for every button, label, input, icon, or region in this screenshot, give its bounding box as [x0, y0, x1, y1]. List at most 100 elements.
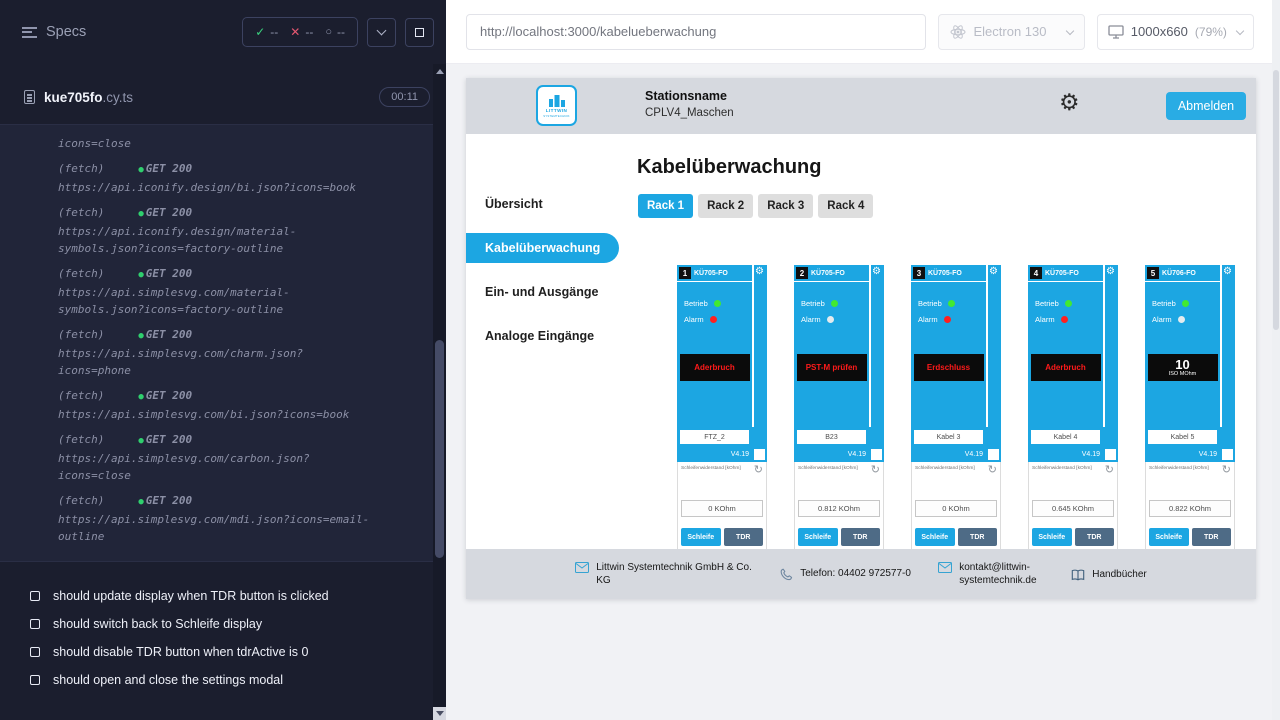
betrieb-label: Betrieb	[918, 299, 942, 308]
log-url: icons=close	[58, 467, 432, 484]
log-request: (fetch)●GET 200	[58, 204, 432, 223]
card-side-column: ⚙	[1222, 265, 1235, 427]
schleife-button[interactable]: Schleife	[1032, 528, 1072, 546]
firmware-version: V4.19	[1199, 451, 1217, 458]
sidebar-item-uebersicht[interactable]: Übersicht	[466, 182, 616, 226]
status-display: Erdschluss	[914, 354, 984, 381]
card-buttons: Schleife TDR	[1149, 528, 1231, 546]
log-entry[interactable]: (fetch)●GET 200https://api.simplesvg.com…	[0, 265, 446, 318]
url-bar[interactable]: http://localhost:3000/kabelueberwachung	[466, 14, 926, 50]
device-card: 3 KÜ705-FO Betrieb Alarm Erdschluss ⚙ Ka…	[911, 265, 1001, 565]
card-main: 5 KÜ706-FO Betrieb Alarm 10ISO MOhm	[1145, 265, 1220, 427]
tdr-button[interactable]: TDR	[724, 528, 764, 546]
fetch-label: (fetch)	[58, 494, 104, 507]
scroll-down-arrow-icon[interactable]	[433, 707, 446, 720]
tdr-button[interactable]: TDR	[1192, 528, 1232, 546]
tdr-button[interactable]: TDR	[841, 528, 881, 546]
tdr-button[interactable]: TDR	[958, 528, 998, 546]
refresh-icon[interactable]: ↻	[871, 465, 880, 476]
stop-icon	[415, 28, 424, 37]
refresh-icon[interactable]: ↻	[1105, 465, 1114, 476]
card-settings-gear-icon[interactable]: ⚙	[872, 267, 881, 277]
refresh-icon[interactable]: ↻	[1222, 465, 1231, 476]
test-item[interactable]: should switch back to Schleife display	[0, 610, 446, 638]
test-item[interactable]: should open and close the settings modal	[0, 666, 446, 694]
app-footer: Littwin Systemtechnik GmbH & Co. KG Telef…	[466, 549, 1256, 599]
side-indicator	[1105, 449, 1116, 460]
cable-name[interactable]: Kabel 4	[1031, 430, 1100, 444]
log-entry[interactable]: (fetch)●GET 200https://api.iconify.desig…	[0, 160, 446, 196]
log-entry[interactable]: icons=close	[0, 135, 446, 152]
sidebar-item-analoge-eingaenge[interactable]: Analoge Eingänge	[466, 314, 616, 358]
log-url: https://api.iconify.design/bi.json?icons…	[58, 179, 432, 196]
viewport-info[interactable]: 1000x660 (79%)	[1097, 14, 1254, 50]
resistance-label: Schleifenwiderstand [kOhm]	[798, 466, 858, 472]
sidebar-item-ein-und-ausgaenge[interactable]: Ein- und Ausgänge	[466, 270, 616, 314]
tab-rack-1[interactable]: Rack 1	[638, 194, 693, 218]
cable-name[interactable]: Kabel 3	[914, 430, 983, 444]
scrollbar-thumb[interactable]	[435, 340, 444, 558]
scroll-up-arrow-icon[interactable]	[433, 65, 446, 78]
schleife-button[interactable]: Schleife	[915, 528, 955, 546]
cable-name[interactable]: FTZ_2	[680, 430, 749, 444]
log-entry[interactable]: (fetch)●GET 200https://api.simplesvg.com…	[0, 387, 446, 423]
logout-button[interactable]: Abmelden	[1166, 92, 1246, 120]
status-message: PST-M prüfen	[806, 363, 858, 372]
footer-phone-item[interactable]: Telefon: 04402 972577-0	[780, 567, 912, 581]
cable-name[interactable]: B23	[797, 430, 866, 444]
side-indicator	[871, 449, 882, 460]
reporter-scrollbar[interactable]	[433, 64, 446, 720]
settings-gear-icon[interactable]: ⚙	[1059, 91, 1080, 114]
tab-rack-3[interactable]: Rack 3	[758, 194, 813, 218]
card-settings-gear-icon[interactable]: ⚙	[755, 267, 764, 277]
alarm-row: Alarm	[1145, 315, 1220, 324]
version-strip: V4.19	[1028, 447, 1118, 462]
card-settings-gear-icon[interactable]: ⚙	[1106, 267, 1115, 277]
stop-button[interactable]	[405, 18, 434, 47]
pending-count: --	[337, 25, 345, 39]
device-number: 3	[913, 267, 925, 279]
status-display: PST-M prüfen	[797, 354, 867, 381]
spec-header[interactable]: kue705fo.cy.ts 00:11	[0, 80, 446, 114]
card-settings-gear-icon[interactable]: ⚙	[989, 267, 998, 277]
test-item[interactable]: should disable TDR button when tdrActive…	[0, 638, 446, 666]
chevron-down-icon	[1236, 26, 1244, 34]
window-scrollbar[interactable]	[1272, 0, 1280, 720]
schleife-button[interactable]: Schleife	[1149, 528, 1189, 546]
footer-email-item[interactable]: kontakt@littwin-systemtechnik.de	[938, 561, 1045, 587]
specs-label[interactable]: Specs	[46, 24, 86, 40]
footer-book-item[interactable]: Handbücher	[1071, 568, 1146, 581]
refresh-icon[interactable]: ↻	[988, 465, 997, 476]
browser-select[interactable]: Electron 130	[938, 14, 1085, 50]
phone-icon	[780, 568, 793, 581]
log-url: outline	[58, 528, 432, 545]
http-status: GET 200	[146, 328, 192, 341]
log-entry[interactable]: (fetch)●GET 200https://api.iconify.desig…	[0, 204, 446, 257]
tdr-button[interactable]: TDR	[1075, 528, 1115, 546]
betrieb-label: Betrieb	[684, 299, 708, 308]
footer-email-item[interactable]: Littwin Systemtechnik GmbH & Co. KG	[575, 561, 754, 587]
collapse-button[interactable]	[367, 18, 396, 47]
log-entry[interactable]: (fetch)●GET 200https://api.simplesvg.com…	[0, 431, 446, 484]
refresh-icon[interactable]: ↻	[754, 465, 763, 476]
cable-name[interactable]: Kabel 5	[1148, 430, 1217, 444]
test-item[interactable]: should update display when TDR button is…	[0, 582, 446, 610]
alarm-label: Alarm	[1152, 315, 1172, 324]
betrieb-led-icon	[831, 300, 838, 307]
log-request: (fetch)●GET 200	[58, 387, 432, 406]
log-entry[interactable]: (fetch)●GET 200https://api.simplesvg.com…	[0, 492, 446, 545]
card-settings-gear-icon[interactable]: ⚙	[1223, 267, 1232, 277]
schleife-button[interactable]: Schleife	[681, 528, 721, 546]
specs-menu-icon[interactable]	[22, 27, 37, 38]
schleife-button[interactable]: Schleife	[798, 528, 838, 546]
alarm-row: Alarm	[1028, 315, 1103, 324]
fetch-label: (fetch)	[58, 328, 104, 341]
app-sidebar: Übersicht Kabelüberwachung Ein- und Ausgän…	[466, 134, 616, 549]
tab-rack-4[interactable]: Rack 4	[818, 194, 873, 218]
log-entry[interactable]: (fetch)●GET 200https://api.simplesvg.com…	[0, 326, 446, 379]
window-scrollbar-thumb[interactable]	[1273, 70, 1279, 330]
tab-rack-2[interactable]: Rack 2	[698, 194, 753, 218]
failed-x-icon: ✕	[290, 25, 300, 39]
footer-text: Handbücher	[1092, 568, 1146, 581]
sidebar-item-kabelueberwachung[interactable]: Kabelüberwachung	[466, 233, 619, 263]
